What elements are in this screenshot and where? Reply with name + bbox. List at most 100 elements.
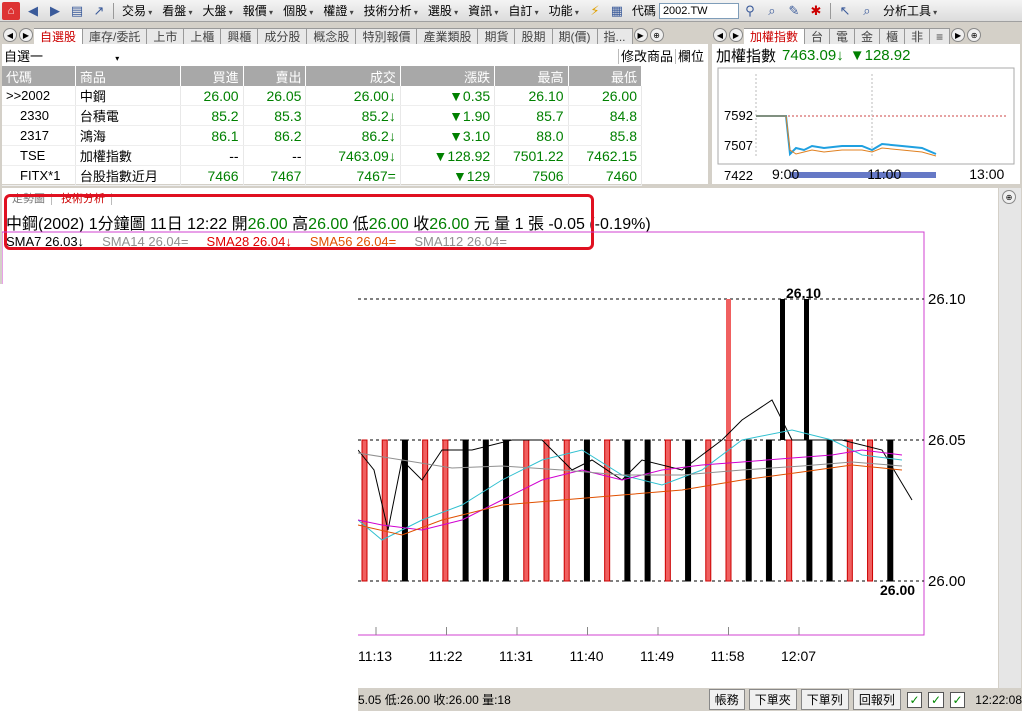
print-icon[interactable]: ▤: [68, 2, 86, 20]
tab-special[interactable]: 特別報價: [356, 28, 418, 44]
index-tab-scroll-icon[interactable]: ▶: [951, 28, 966, 42]
cell-low: 26.00: [568, 86, 643, 106]
menu-custom[interactable]: 自訂: [503, 2, 543, 19]
menu-market[interactable]: 大盤: [198, 2, 238, 19]
pointer-icon[interactable]: ↖: [836, 2, 854, 20]
order-bar-button[interactable]: 下單列: [800, 689, 849, 710]
header-last[interactable]: 成交: [305, 66, 401, 86]
ma-line-trace: [357, 464, 903, 536]
edit-items-button[interactable]: 修改商品: [617, 48, 675, 64]
export-icon[interactable]: ↗: [90, 2, 108, 20]
cell-name: 鴻海: [75, 125, 181, 146]
candle-bar: [563, 439, 570, 582]
menu-tech-analysis[interactable]: 技術分析: [359, 2, 423, 19]
tab-more[interactable]: ≡: [930, 28, 951, 44]
binoculars-icon[interactable]: ⚲: [741, 2, 759, 20]
table-row[interactable]: >>2002 中鋼 26.00 26.05 26.00↓ ▼0.35 26.10…: [2, 86, 643, 106]
menu-stock[interactable]: 個股: [278, 2, 318, 19]
tab-otc-index[interactable]: 櫃: [880, 28, 906, 44]
index-tab-prev-icon[interactable]: ◀: [713, 28, 727, 42]
menu-screener[interactable]: 選股: [423, 2, 463, 19]
cell-high: 7501.22: [494, 145, 569, 166]
columns-button[interactable]: 欄位: [674, 48, 706, 64]
index-y-label: 7422: [724, 168, 753, 183]
report-bar-button[interactable]: 回報列: [852, 689, 901, 710]
tab-otc[interactable]: 上櫃: [184, 28, 222, 44]
header-code[interactable]: 代碼: [2, 66, 76, 86]
tab-industry[interactable]: 產業類股: [417, 28, 479, 44]
table-row[interactable]: FITX*1 台股指數近月 7466 7467 7467= ▼129 7506 …: [2, 165, 643, 186]
chart-zoom-icon[interactable]: ⊕: [1002, 190, 1016, 204]
table-row[interactable]: 2330 台積電 85.2 85.3 85.2↓ ▼1.90 85.7 84.8: [2, 105, 643, 126]
tab-taiex[interactable]: 加權指數: [744, 28, 806, 44]
zoom-icon[interactable]: ⊕: [649, 28, 664, 42]
candle-bar: [664, 439, 671, 582]
candle-bar: [422, 439, 429, 582]
watchlist-group-select[interactable]: 自選一: [4, 46, 119, 65]
code-label: 代碼: [631, 4, 656, 18]
header-name[interactable]: 商品: [75, 66, 181, 86]
tab-components[interactable]: 成分股: [258, 28, 308, 44]
menu-function[interactable]: 功能: [544, 2, 584, 19]
account-button[interactable]: 帳務: [708, 689, 745, 710]
menu-info[interactable]: 資訊: [463, 2, 503, 19]
check-icon[interactable]: ✓: [928, 691, 944, 708]
index-tab-next-icon[interactable]: ▶: [729, 28, 743, 42]
menu-warrant[interactable]: 權證: [318, 2, 358, 19]
header-high[interactable]: 最高: [494, 66, 569, 86]
lightning-icon[interactable]: ⚡: [586, 2, 604, 20]
tab-futures[interactable]: 期貨: [478, 28, 516, 44]
order-folder-button[interactable]: 下單夾: [748, 689, 797, 710]
index-zoom-icon[interactable]: ⊕: [967, 28, 982, 42]
code-input[interactable]: 2002.TW: [658, 2, 739, 19]
quotes-table: 代碼 商品 買進 賣出 成交 漲跌 最高 最低 >>2002 中鋼 26.00 …: [2, 66, 643, 186]
cell-code: FITX*1: [2, 165, 76, 186]
index-x-label: 9:00: [772, 166, 800, 182]
tools-icon[interactable]: ✎: [785, 2, 803, 20]
menu-quote[interactable]: 報價: [238, 2, 278, 19]
tab-non[interactable]: 非: [905, 28, 931, 44]
x-tick-label: 11:31: [499, 648, 533, 664]
search-icon[interactable]: ⌕: [763, 2, 781, 20]
status-bar: 5.05 低:26.00 收:26.00 量:18 帳務 下單夾 下單列 回報列…: [358, 688, 1022, 711]
home-icon[interactable]: ⌂: [2, 1, 20, 20]
back-icon[interactable]: ◀: [24, 2, 42, 20]
menu-analysis-tool[interactable]: 分析工具: [878, 2, 942, 19]
calendar-icon[interactable]: ▦: [608, 2, 626, 20]
tab-watchlist[interactable]: 自選股: [34, 28, 84, 44]
index-panel: 加權指數 7463.09↓ ▼128.92 7592 7507 7422 9:0…: [712, 44, 1020, 184]
menubar: ⌂ ◀ ▶ ▤ ↗ 交易 看盤 大盤 報價 個股 權證 技術分析 選股 資訊 自…: [0, 0, 1022, 22]
menu-watch[interactable]: 看盤: [157, 2, 197, 19]
tab-finance[interactable]: 金: [855, 28, 881, 44]
tab-prev-icon[interactable]: ◀: [3, 28, 17, 42]
candle-bar: [846, 439, 853, 582]
tab-concept[interactable]: 概念股: [307, 28, 357, 44]
header-bid[interactable]: 買進: [180, 66, 244, 86]
cell-low: 7460: [568, 165, 643, 186]
tab-listed[interactable]: 上市: [147, 28, 185, 44]
candle-bar: [644, 439, 651, 582]
tab-options[interactable]: 期(價): [552, 28, 598, 44]
check-icon[interactable]: ✓: [906, 691, 923, 708]
table-row[interactable]: TSE 加權指數 -- -- 7463.09↓ ▼128.92 7501.22 …: [2, 145, 643, 166]
tab-index[interactable]: 指...: [597, 28, 633, 44]
header-low[interactable]: 最低: [568, 66, 643, 86]
header-ask[interactable]: 賣出: [243, 66, 307, 86]
alert-icon[interactable]: ✱: [807, 2, 825, 20]
tab-tai[interactable]: 台: [805, 28, 831, 44]
highlight-box: [4, 194, 594, 250]
tab-stock-futures[interactable]: 股期: [515, 28, 553, 44]
tab-scroll-icon[interactable]: ▶: [633, 28, 648, 42]
tab-next-icon[interactable]: ▶: [19, 28, 33, 42]
tab-electronics[interactable]: 電: [830, 28, 856, 44]
cell-bid: 86.1: [180, 125, 244, 146]
analysis-search-icon[interactable]: ⌕: [858, 2, 876, 20]
forward-icon[interactable]: ▶: [46, 2, 64, 20]
check-icon[interactable]: ✓: [949, 691, 966, 708]
tab-emerging[interactable]: 興櫃: [221, 28, 259, 44]
candle-bar: [685, 439, 692, 582]
tab-inventory[interactable]: 庫存/委託: [83, 28, 148, 44]
table-row[interactable]: 2317 鴻海 86.1 86.2 86.2↓ ▼3.10 88.0 85.8: [2, 125, 643, 146]
header-change[interactable]: 漲跌: [400, 66, 496, 86]
menu-trade[interactable]: 交易: [117, 2, 157, 19]
